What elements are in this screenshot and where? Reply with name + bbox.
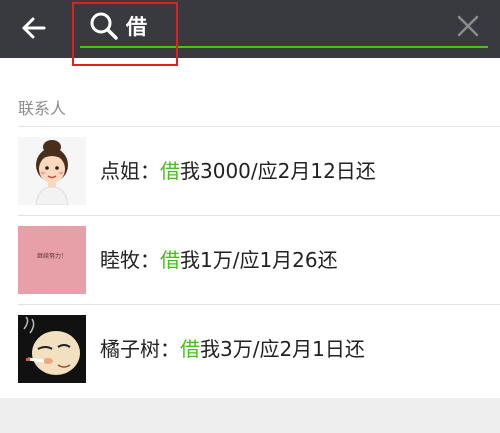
contact-row[interactable]: 橘子树：借我3万/应2月1日还 xyxy=(0,305,500,393)
contact-result-text: 睦牧：借我1万/应1月26还 xyxy=(100,216,338,304)
annotation-highlight-box xyxy=(72,2,178,66)
avatar-caption: 继续努力！ xyxy=(36,253,67,260)
name-separator: ： xyxy=(140,248,160,272)
smoking-cartoon-avatar-icon xyxy=(18,315,86,383)
cartoon-girl-avatar-icon xyxy=(18,137,86,205)
clear-icon xyxy=(457,15,479,37)
match-highlight: 借 xyxy=(160,248,180,272)
back-arrow-icon xyxy=(22,17,46,39)
contact-name: 睦牧 xyxy=(100,248,140,272)
name-separator: ： xyxy=(160,337,180,361)
avatar xyxy=(18,137,86,205)
match-highlight: 借 xyxy=(180,337,200,361)
contact-name: 点姐 xyxy=(100,159,140,183)
clear-search-button[interactable] xyxy=(452,10,484,42)
section-title: 联系人 xyxy=(18,99,67,118)
message-snippet: 我1万/应1月26还 xyxy=(180,248,338,272)
message-snippet: 我3万/应2月1日还 xyxy=(200,337,365,361)
pink-card-avatar-icon xyxy=(18,226,86,294)
back-button[interactable] xyxy=(16,10,52,46)
avatar xyxy=(18,315,86,383)
contact-row[interactable]: 点姐：借我3000/应2月12日还 xyxy=(0,127,500,215)
contact-name: 橘子树 xyxy=(100,337,160,361)
contact-result-text: 点姐：借我3000/应2月12日还 xyxy=(100,127,376,215)
name-separator: ： xyxy=(140,159,160,183)
contact-result-text: 橘子树：借我3万/应2月1日还 xyxy=(100,305,365,393)
contact-row[interactable]: 继续努力！ 睦牧：借我1万/应1月26还 xyxy=(0,216,500,304)
avatar: 继续努力！ xyxy=(18,226,86,294)
message-snippet: 我3000/应2月12日还 xyxy=(180,159,376,183)
bottom-background xyxy=(0,398,500,433)
match-highlight: 借 xyxy=(160,159,180,183)
